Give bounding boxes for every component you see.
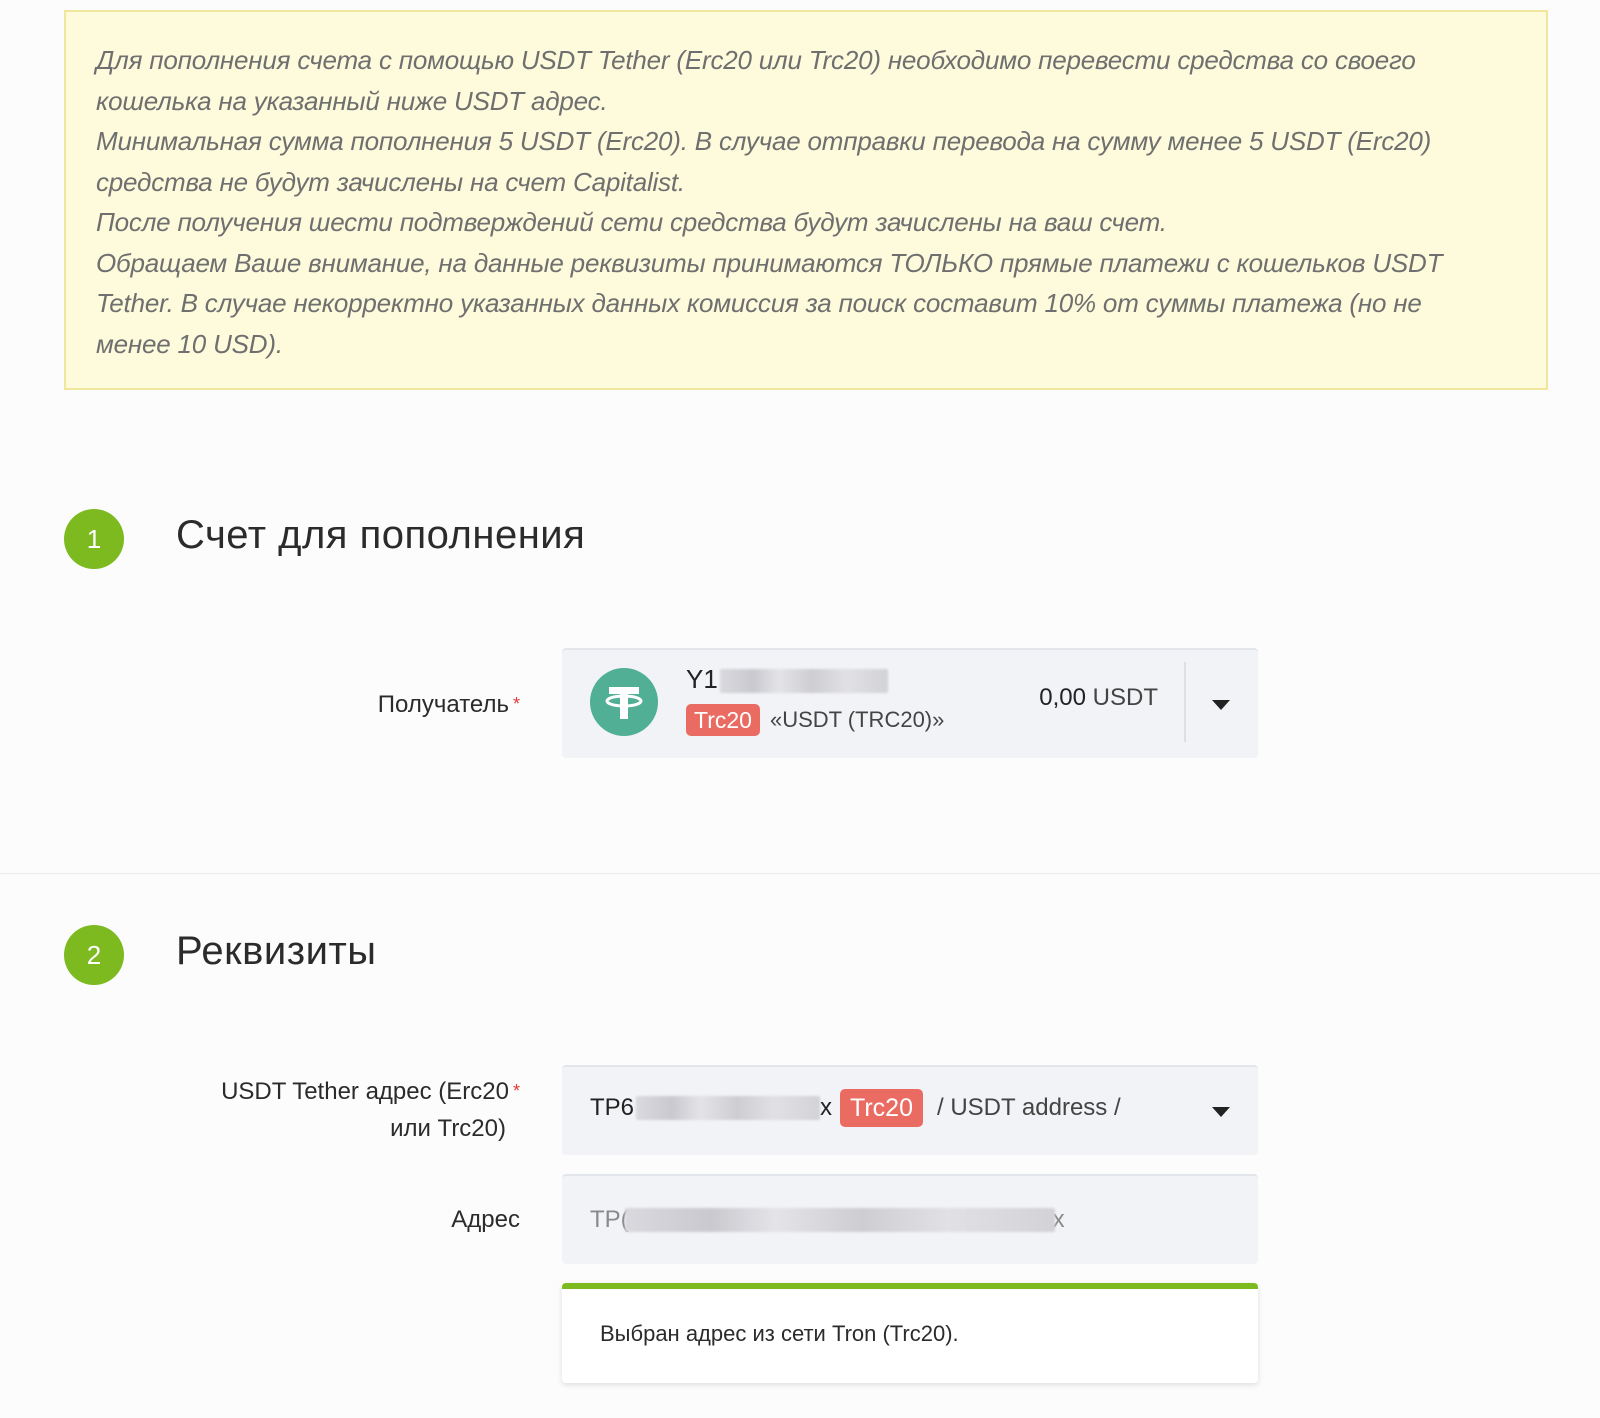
account-name: «USDT (TRC20)» — [769, 707, 945, 732]
network-info-message: Выбран адрес из сети Tron (Trc20). — [562, 1283, 1258, 1383]
address-select-label: USDT Tether адрес (Erc20 * или Trc20) — [221, 1073, 520, 1147]
recipient-label-text: Получатель — [377, 691, 509, 718]
account-meta: Trc20 «USDT (TRC20)» — [686, 704, 944, 736]
chevron-down-icon[interactable] — [1212, 700, 1230, 710]
tether-icon — [590, 668, 658, 736]
address-input[interactable]: TP(x — [562, 1174, 1258, 1264]
redacted-blur — [624, 1208, 1055, 1232]
address-select-label-line1: USDT Tether адрес (Erc20 — [221, 1078, 509, 1105]
section-2-title: Реквизиты — [176, 929, 377, 973]
info-message-text: Выбран адрес из сети Tron (Trc20). — [600, 1321, 959, 1346]
deposit-page: Для пополнения счета с помощью USDT Teth… — [0, 0, 1600, 1418]
network-badge: Trc20 — [840, 1089, 923, 1127]
notice-line: кошелька на указанный ниже USDT адрес. — [96, 85, 608, 116]
notice-line: Минимальная сумма пополнения 5 USDT (Erc… — [96, 126, 1432, 156]
chevron-down-icon[interactable] — [1212, 1107, 1230, 1117]
step-1-badge: 1 — [64, 509, 124, 569]
notice-line: Tether. В случае некорректно указанных д… — [96, 288, 1422, 318]
required-mark: * — [512, 1081, 520, 1101]
account-id-prefix: Y1 — [686, 664, 718, 694]
address-input-value: TP(x — [590, 1206, 1065, 1234]
usdt-address-select[interactable]: TP6 x Trc20 / USDT address / — [562, 1065, 1258, 1155]
address-input-prefix: TP( — [590, 1206, 629, 1233]
address-suffix: x — [820, 1094, 833, 1121]
address-select-label-line2: или Trc20) — [390, 1115, 506, 1142]
network-badge: Trc20 — [686, 704, 760, 736]
recipient-account-select[interactable]: Y1 Trc20 «USDT (TRC20)» 0,00 USDT — [562, 648, 1258, 758]
balance-value: 0,00 — [1039, 684, 1086, 711]
balance-currency: USDT — [1092, 684, 1158, 711]
notice-line: После получения шести подтверждений сети… — [96, 207, 1167, 237]
section-divider — [0, 873, 1600, 874]
account-balance: 0,00 USDT — [1039, 684, 1158, 712]
notice-line: Обращаем Ваше внимание, на данные реквиз… — [96, 247, 1443, 278]
account-id: Y1 — [686, 664, 888, 695]
address-label: Адрес — [451, 1206, 520, 1233]
recipient-label: Получатель * — [378, 686, 520, 723]
address-select-value: TP6 x Trc20 / USDT address / — [590, 1089, 1121, 1127]
select-divider — [1184, 662, 1186, 742]
notice-line: менее 10 USD). — [96, 328, 283, 359]
redacted-blur — [636, 1096, 821, 1120]
redacted-blur — [719, 669, 888, 694]
required-mark: * — [512, 694, 520, 714]
section-1-title: Счет для пополнения — [176, 513, 586, 557]
address-prefix: TP6 — [590, 1094, 635, 1121]
info-notice: Для пополнения счета с помощью USDT Teth… — [64, 10, 1548, 390]
notice-line: средства не будут зачислены на счет Capi… — [96, 166, 685, 197]
address-subtitle: / USDT address / — [937, 1094, 1121, 1121]
step-2-badge: 2 — [64, 925, 124, 985]
notice-line: Для пополнения счета с помощью USDT Teth… — [96, 45, 1416, 75]
